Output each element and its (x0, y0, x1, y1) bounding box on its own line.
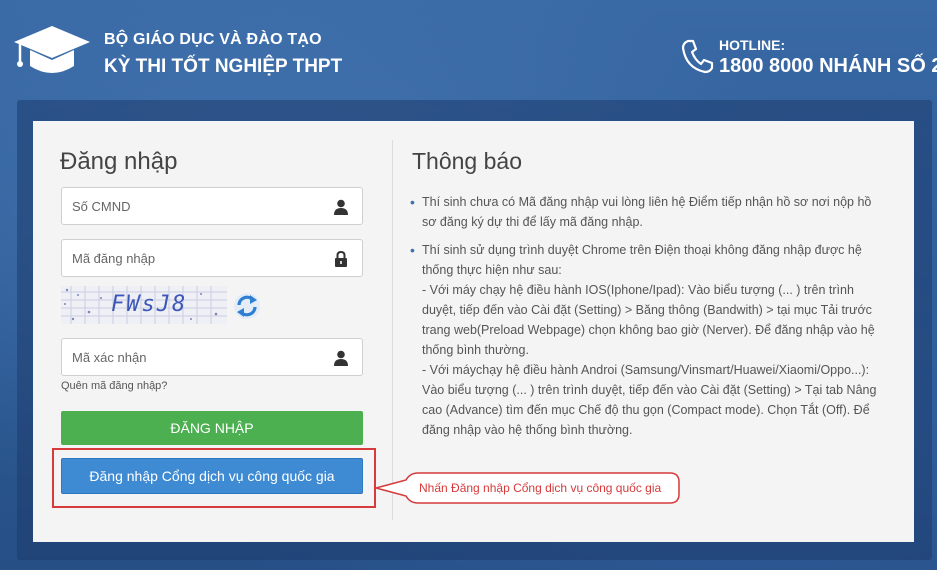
org-title: BỘ GIÁO DỤC VÀ ĐÀO TẠO (104, 31, 322, 48)
notice-list: Thí sinh chưa có Mã đăng nhập vui lòng l… (408, 192, 886, 448)
column-divider (392, 140, 393, 520)
notice-item: Thí sinh chưa có Mã đăng nhập vui lòng l… (408, 192, 886, 232)
notice-sub-item-ios: - Với máy chạy hệ điều hành IOS(Iphone/I… (422, 283, 875, 357)
captcha-image: FWsJ8 (61, 286, 227, 324)
notice-sub-item-android: - Với máychạy hệ điều hành Androi (Samsu… (422, 363, 877, 437)
login-code-input[interactable] (62, 240, 312, 276)
graduation-cap-icon (14, 26, 90, 73)
captcha-input[interactable] (62, 339, 312, 375)
lock-icon (335, 251, 347, 267)
forgot-code-link[interactable]: Quên mã đăng nhập? (61, 380, 167, 392)
notice-item-text: Thí sinh chưa có Mã đăng nhập vui lòng l… (422, 195, 872, 229)
hotline-number: 1800 8000 NHÁNH SỐ 2 (719, 55, 937, 77)
hotline-label: HOTLINE: (719, 37, 786, 53)
annotation-text: Nhấn Đăng nhập Cổng dịch vụ công quốc gi… (419, 481, 662, 495)
login-code-field[interactable] (61, 239, 363, 277)
refresh-icon[interactable] (233, 292, 261, 320)
id-number-input[interactable] (62, 188, 312, 224)
login-button[interactable]: ĐĂNG NHẬP (61, 411, 363, 445)
notice-title: Thông báo (412, 148, 522, 174)
user-icon (334, 199, 348, 215)
captcha-field[interactable] (61, 338, 363, 376)
phone-icon (681, 39, 714, 74)
header: BỘ GIÁO DỤC VÀ ĐÀO TẠO KỲ THI TỐT NGHIỆP… (0, 0, 937, 100)
user-icon (334, 350, 348, 366)
id-number-field[interactable] (61, 187, 363, 225)
captcha-text: FWsJ8 (111, 292, 188, 317)
exam-title: KỲ THI TỐT NGHIỆP THPT (104, 56, 343, 77)
notice-item: Thí sinh sử dụng trình duyệt Chrome trên… (408, 240, 886, 440)
notice-item-text: Thí sinh sử dụng trình duyệt Chrome trên… (422, 243, 862, 277)
login-title: Đăng nhập (60, 148, 178, 175)
gov-portal-login-button[interactable]: Đăng nhập Cổng dịch vụ công quốc gia (61, 458, 363, 494)
